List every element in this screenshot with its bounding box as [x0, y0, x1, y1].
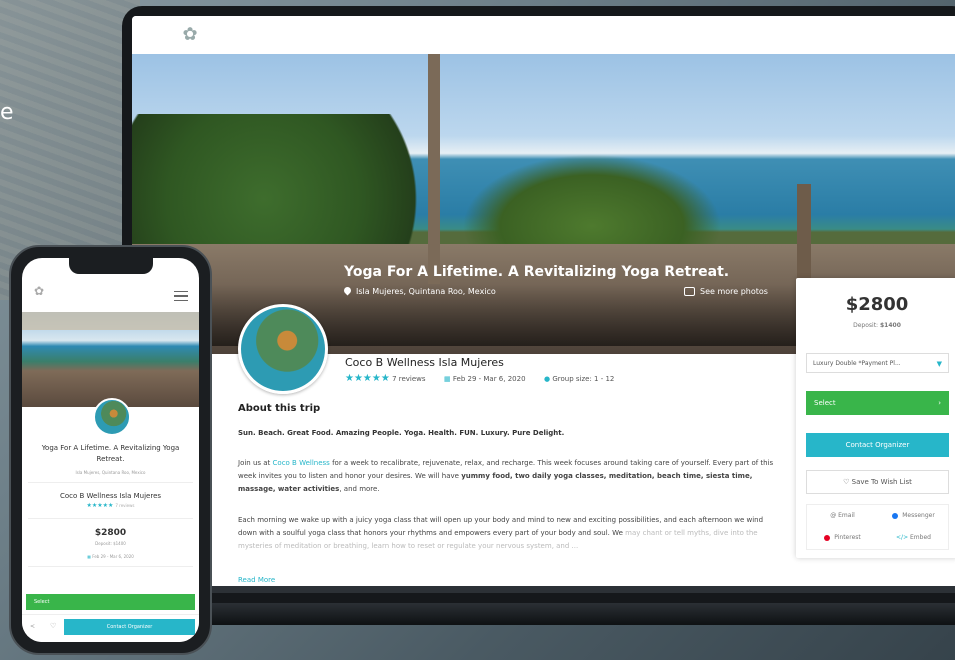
share-messenger-label: Messenger	[902, 512, 935, 519]
organizer-name[interactable]: Coco B Wellness Isla Mujeres	[345, 356, 504, 369]
phone-dates: ▦ Feb 29 - Mar 6, 2020	[28, 554, 193, 559]
hero-pole	[428, 54, 440, 284]
room-option-select[interactable]: Luxury Double *Payment Pl... ▼	[806, 353, 949, 373]
share-icon[interactable]: <	[30, 623, 35, 630]
trip-location: Isla Mujeres, Quintana Roo, Mexico	[342, 285, 496, 296]
deposit-info: Deposit: $1400	[796, 322, 955, 329]
deposit-value: $1400	[880, 322, 901, 329]
phone-screen: ✿ Yoga For A Lifetime. A Revitalizing Yo…	[22, 258, 199, 642]
phone-rating: ★★★★★ 7 reviews	[28, 502, 193, 509]
site-header: ✿	[132, 16, 955, 54]
trip-title: Yoga For A Lifetime. A Revitalizing Yoga…	[344, 264, 730, 280]
share-email[interactable]: @ Email	[807, 505, 878, 527]
reviews-count[interactable]: 7 reviews	[392, 375, 425, 383]
email-icon: @	[830, 512, 837, 519]
heart-icon: ♡	[843, 478, 850, 486]
screen-bottom-bar	[132, 586, 955, 593]
lotus-icon[interactable]: ✿	[34, 284, 44, 298]
phone-contact-organizer-button[interactable]: Contact Organizer	[64, 619, 195, 635]
code-icon: </>	[896, 534, 909, 541]
hamburger-menu-icon[interactable]	[174, 291, 188, 301]
phone-notch	[69, 258, 153, 274]
share-pinterest[interactable]: Pinterest	[807, 527, 878, 549]
save-wishlist-label: Save To Wish List	[851, 478, 912, 486]
phone-organizer-name[interactable]: Coco B Wellness Isla Mujeres	[28, 492, 193, 500]
group-size: Group size: 1 - 12	[552, 375, 615, 383]
share-messenger[interactable]: Messenger	[878, 505, 949, 527]
phone-organizer-avatar[interactable]	[93, 398, 131, 436]
share-embed-label: Embed	[910, 534, 931, 541]
phone-trip-title: Yoga For A Lifetime. A Revitalizing Yoga…	[41, 444, 180, 463]
select-button-label: Select	[814, 399, 836, 407]
calendar-icon: ▦	[444, 375, 451, 383]
laptop-screen: ✿ Yoga For A Lifetime. A Revitalizing Yo…	[132, 16, 955, 593]
save-wishlist-button[interactable]: ♡ Save To Wish List	[806, 470, 949, 494]
pinterest-icon	[824, 534, 831, 541]
chevron-down-icon: ▼	[936, 360, 942, 368]
location-pin-icon	[342, 285, 353, 296]
phone-price: $2800	[94, 528, 127, 538]
chevron-right-icon: ›	[938, 399, 941, 407]
share-email-label: Email	[838, 512, 855, 519]
laptop-frame: ✿ Yoga For A Lifetime. A Revitalizing Yo…	[122, 6, 955, 606]
organizer-link[interactable]: Coco B Wellness	[273, 459, 330, 467]
room-option-value: Luxury Double *Payment Pl...	[813, 360, 901, 367]
about-paragraph-2: Each morning we wake up with a juicy yog…	[238, 514, 778, 553]
see-more-photos-link[interactable]: See more photos	[684, 287, 768, 296]
about-paragraph-1: Join us at Coco B Wellness for a week to…	[238, 457, 778, 496]
about-p2-pre: Join us at	[238, 459, 273, 467]
organizer-avatar[interactable]	[238, 304, 328, 394]
share-panel: @ Email Messenger Pinterest </> Embed	[806, 504, 949, 550]
phone-hero-canopy	[22, 312, 199, 330]
laptop-base	[110, 603, 955, 625]
phone-dates-text: Feb 29 - Mar 6, 2020	[92, 554, 134, 559]
see-more-photos-label: See more photos	[700, 287, 768, 296]
read-more-link[interactable]: Read More	[238, 576, 275, 584]
calendar-icon: ▦	[87, 554, 91, 559]
divider	[28, 482, 193, 483]
group-icon: ●	[544, 375, 551, 383]
trip-price: $2800	[845, 294, 909, 315]
trip-location-text: Isla Mujeres, Quintana Roo, Mexico	[356, 287, 496, 296]
about-tagline: Sun. Beach. Great Food. Amazing People. …	[238, 429, 565, 437]
phone-rating-stars: ★★★★★	[86, 502, 114, 509]
phone-frame: ✿ Yoga For A Lifetime. A Revitalizing Yo…	[9, 245, 212, 655]
about-heading: About this trip	[238, 403, 321, 414]
phone-reviews[interactable]: 7 reviews	[115, 503, 134, 508]
share-pinterest-label: Pinterest	[834, 534, 861, 541]
divider	[28, 518, 193, 519]
phone-select-button[interactable]: Select	[26, 594, 195, 610]
booking-card: $2800 Deposit: $1400 Luxury Double *Paym…	[796, 278, 955, 558]
messenger-icon	[892, 512, 899, 519]
phone-bottom-bar: < ♡ Contact Organizer	[22, 614, 199, 642]
phone-trip-location: Isla Mujeres, Quintana Roo, Mexico	[75, 470, 146, 475]
trip-dates: Feb 29 - Mar 6, 2020	[452, 375, 526, 383]
trip-meta: ★★★★★ 7 reviews ▦ Feb 29 - Mar 6, 2020 ●…	[345, 373, 614, 384]
background-partial-text: e	[0, 100, 14, 125]
about-p2-end: , and more.	[339, 485, 380, 493]
divider	[28, 566, 193, 567]
lotus-icon[interactable]: ✿	[168, 20, 212, 50]
phone-deposit: Deposit: $1400	[95, 541, 126, 546]
heart-icon[interactable]: ♡	[50, 622, 56, 630]
deposit-label: Deposit:	[853, 322, 879, 329]
camera-icon	[684, 287, 695, 296]
contact-organizer-button[interactable]: Contact Organizer	[806, 433, 949, 457]
rating-stars: ★★★★★	[345, 373, 390, 384]
share-embed[interactable]: </> Embed	[878, 527, 949, 549]
select-button[interactable]: Select ›	[806, 391, 949, 415]
